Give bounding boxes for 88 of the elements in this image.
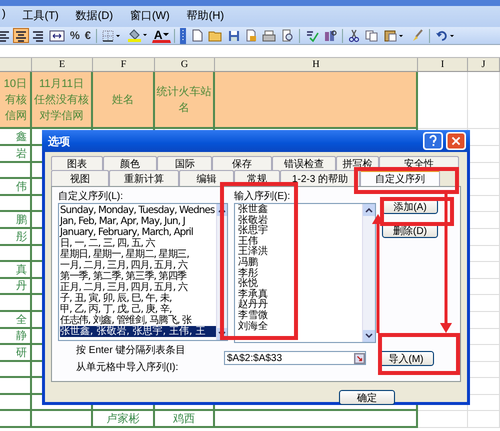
table-cell <box>0 411 32 428</box>
tab[interactable]: 图表 <box>51 156 103 170</box>
list-item[interactable]: January, February, March, April <box>60 227 216 238</box>
caret-icon[interactable] <box>162 32 169 36</box>
printer-icon[interactable] <box>260 28 278 43</box>
table-cell <box>468 72 500 129</box>
import-range-field[interactable]: $A$2:$A$33 <box>224 351 366 365</box>
list-item[interactable]: 第一季, 第二季, 第三季, 第四季 <box>60 271 216 282</box>
tab[interactable]: 保存 <box>212 156 272 170</box>
table-cell: 全 <box>0 312 32 329</box>
list-item[interactable]: 张世鑫, 张敬岩, 张思宇, 王伟, 王 <box>60 326 216 337</box>
tab[interactable]: 错误检查 <box>272 156 336 170</box>
field-label: 自定义序列(L): <box>58 191 124 202</box>
column-header[interactable]: I <box>440 59 444 70</box>
table-cell: 静 <box>0 328 32 346</box>
tab[interactable]: 国际 <box>157 156 212 170</box>
table-cell <box>418 411 468 428</box>
entry-line: 张世鑫 <box>237 205 269 215</box>
entry-line: 李雪微 <box>237 310 269 321</box>
table-cell: 卢家彬 <box>93 411 155 428</box>
entry-line: 李承真 <box>237 290 269 300</box>
table-cell: 真 <box>0 262 32 279</box>
entry-line: 李彤 <box>237 268 259 279</box>
table-cell: 鸡西 <box>155 411 215 428</box>
column-header[interactable]: G <box>180 59 188 70</box>
column-header[interactable]: H <box>312 59 320 70</box>
tab[interactable]: 自定义序列 <box>360 170 440 186</box>
menu-item[interactable]: 帮助(H) <box>186 8 224 23</box>
table-cell <box>468 411 500 428</box>
list-item[interactable]: 任志伟, 刘鑫, 管维剑, 马腾飞, 张 <box>60 315 216 326</box>
table-cell: 姓名 <box>93 72 155 129</box>
table-cell: 研 <box>0 344 32 362</box>
table-cell: 丹 <box>0 278 32 296</box>
table-cell: 统计火车站 名 <box>155 72 215 129</box>
column-header[interactable]: F <box>120 59 126 70</box>
merge-cells-icon[interactable] <box>47 28 67 43</box>
list-item[interactable]: 甲, 乙, 丙, 丁, 戊, 己, 庚, 辛, <box>60 304 216 315</box>
ok-button[interactable]: 确定 <box>339 390 395 405</box>
table-cell: 鑫 <box>0 129 32 146</box>
menu-item[interactable]: ) <box>2 8 6 23</box>
entry-line: 冯鹏 <box>237 258 259 268</box>
table-cell: 岩 <box>0 146 32 163</box>
table-cell: 鹏 <box>0 212 32 229</box>
toolbar-button[interactable]: % <box>68 28 82 43</box>
custom-lists-listbox[interactable] <box>58 203 228 341</box>
tab[interactable]: 颜色 <box>102 156 158 170</box>
tab[interactable]: 视图 <box>51 170 109 186</box>
table-cell: 彤 <box>0 228 32 246</box>
hint-text: 按 Enter 键分隔列表条目 <box>76 344 186 357</box>
align-center-icon[interactable] <box>13 28 29 43</box>
entry-line: 刘海全 <box>237 322 269 332</box>
table-cell <box>418 72 468 129</box>
table-cell <box>0 394 32 412</box>
collapse-dialog-icon[interactable] <box>354 352 365 364</box>
tab[interactable]: 编辑 <box>179 170 234 186</box>
list-item[interactable]: 正月, 二月, 三月, 四月, 五月, 六 <box>60 282 216 293</box>
list-item[interactable]: 一月, 二月, 三月, 四月, 五月, 六 <box>60 260 216 271</box>
dialog-title: 选项 <box>48 134 70 148</box>
entry-line: 张敬岩 <box>237 216 269 226</box>
toolbar-grip-icon[interactable] <box>178 28 188 43</box>
menu-item[interactable]: 窗口(W) <box>130 8 170 23</box>
list-item[interactable]: 日, 一, 二, 三, 四, 五, 六 <box>60 238 216 249</box>
list-item[interactable]: Sunday, Monday, Tuesday, Wednes <box>60 205 216 216</box>
tab[interactable]: 重新计算 <box>109 170 179 186</box>
table-cell: 伟 <box>0 178 32 196</box>
table-cell: 11月11日 任然没有核 对学信网 <box>32 72 93 129</box>
entry-line: 赵丹丹 <box>237 300 269 310</box>
entry-line: 张思宇 <box>237 226 269 236</box>
list-entries-field[interactable]: 张世鑫 张敬岩 张思宇 王伟 王泽洪 冯鹏 李彤 张悦 李承真 赵丹丹 李雪微 刘海全 <box>234 203 376 343</box>
scroll-down-icon[interactable] <box>363 330 375 342</box>
close-icon[interactable] <box>446 132 466 150</box>
menu-item[interactable]: 工具(T) <box>22 8 59 23</box>
table-cell <box>32 411 93 428</box>
toolbar-button[interactable]: € <box>82 28 93 43</box>
help-icon[interactable] <box>423 132 443 150</box>
column-header[interactable]: E <box>58 59 66 70</box>
field-label: 从单元格中导入序列(I): <box>76 360 180 374</box>
entry-line: 王伟 <box>237 236 258 247</box>
field-label: 输入序列(E): <box>234 191 292 202</box>
list-item[interactable]: 子, 丑, 寅, 卯, 辰, 巳, 午, 未, <box>60 293 216 304</box>
column-header[interactable]: J <box>482 59 486 70</box>
scroll-up-icon[interactable] <box>363 204 375 216</box>
entry-line: 王泽洪 <box>237 247 269 258</box>
list-item[interactable]: Jan, Feb, Mar, Apr, May, Jun, J <box>60 216 216 227</box>
list-item[interactable]: 星期日, 星期一, 星期二, 星期三, <box>60 249 216 260</box>
table-cell: 10日 有核 信网 <box>0 72 32 129</box>
menu-item[interactable]: 数据(D) <box>76 8 113 23</box>
entry-line: 张悦 <box>237 279 258 290</box>
